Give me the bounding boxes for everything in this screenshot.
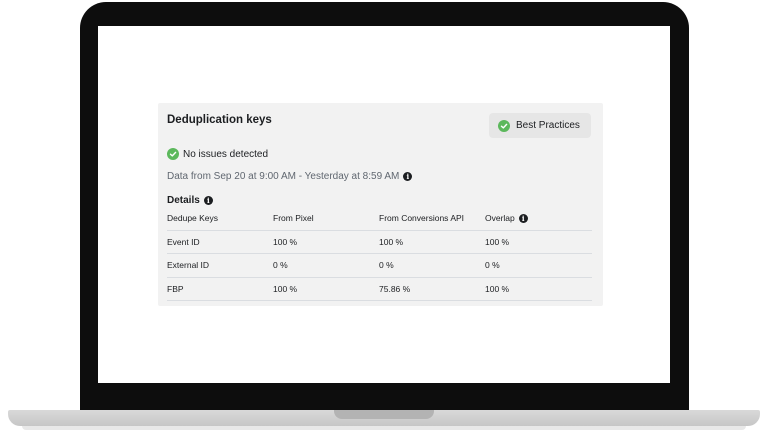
- date-range-text: Data from Sep 20 at 9:00 AM - Yesterday …: [167, 171, 400, 182]
- cell-from-pixel: 100 %: [273, 236, 298, 247]
- card-title: Deduplication keys: [167, 114, 272, 126]
- best-practices-label: Best Practices: [516, 120, 580, 131]
- cell-overlap: 100 %: [485, 236, 510, 247]
- cell-from-conversions-api: 0 %: [379, 260, 394, 271]
- cell-overlap: 100 %: [485, 283, 510, 294]
- best-practices-button[interactable]: Best Practices: [489, 113, 591, 138]
- cell-key: Event ID: [167, 236, 200, 247]
- laptop-mockup: Deduplication keys Best Practices No iss…: [0, 0, 768, 432]
- laptop-base-notch: [334, 410, 434, 419]
- header-overlap: Overlap i: [485, 207, 528, 230]
- cell-from-conversions-api: 75.86 %: [379, 283, 411, 294]
- table-row: External ID 0 % 0 % 0 %: [167, 254, 592, 278]
- cell-from-pixel: 0 %: [273, 260, 288, 271]
- header-dedupe-keys: Dedupe Keys: [167, 213, 219, 224]
- header-from-conversions-api: From Conversions API: [379, 213, 465, 224]
- header-from-pixel: From Pixel: [273, 213, 314, 224]
- date-range-row: Data from Sep 20 at 9:00 AM - Yesterday …: [167, 171, 413, 182]
- info-icon[interactable]: i: [518, 213, 528, 223]
- table-row: FBP 100 % 75.86 % 100 %: [167, 278, 592, 301]
- table-header-row: Dedupe Keys From Pixel From Conversions …: [167, 207, 592, 231]
- laptop-screen: Deduplication keys Best Practices No iss…: [98, 26, 670, 383]
- dedupe-table: Dedupe Keys From Pixel From Conversions …: [167, 207, 592, 301]
- cell-key: External ID: [167, 260, 210, 271]
- laptop-base-shadow: [22, 426, 746, 430]
- cell-from-pixel: 100 %: [273, 283, 298, 294]
- status-text: No issues detected: [183, 148, 269, 160]
- details-label: Details: [167, 195, 200, 206]
- cell-key: FBP: [167, 283, 184, 294]
- check-circle-icon: [167, 148, 179, 160]
- status-row: No issues detected: [167, 148, 268, 160]
- check-circle-icon: [498, 119, 510, 132]
- cell-overlap: 0 %: [485, 260, 500, 271]
- details-heading: Details i: [167, 195, 213, 206]
- info-icon[interactable]: i: [403, 172, 413, 181]
- dedup-keys-card: Deduplication keys Best Practices No iss…: [158, 103, 603, 306]
- table-row: Event ID 100 % 100 % 100 %: [167, 231, 592, 254]
- cell-from-conversions-api: 100 %: [379, 236, 404, 247]
- info-icon[interactable]: i: [203, 196, 213, 205]
